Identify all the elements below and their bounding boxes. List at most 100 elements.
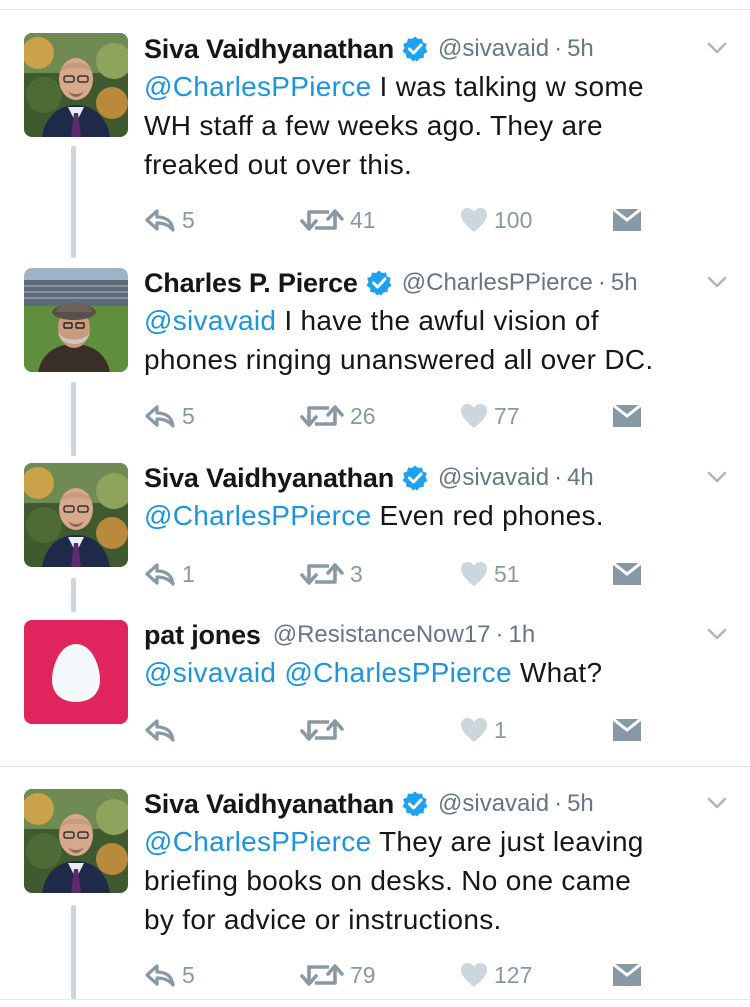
retweet-icon: [300, 561, 344, 587]
retweet-icon: [300, 962, 344, 988]
tweet-actions: 5 79 127: [144, 958, 644, 992]
retweet-icon: [300, 207, 344, 233]
display-name[interactable]: Charles P. Pierce: [144, 268, 358, 299]
separator-dot: ·: [554, 790, 563, 817]
reply-icon: [144, 404, 176, 428]
default-egg-avatar[interactable]: [24, 620, 128, 724]
direct-message-button[interactable]: [612, 399, 642, 433]
like-button[interactable]: 77: [460, 399, 520, 433]
separator-dot: ·: [554, 464, 563, 491]
avatar[interactable]: [24, 789, 128, 893]
verified-badge-icon: [366, 270, 392, 296]
tweet-header: Siva Vaidhyanathan @sivavaid · 5h: [144, 786, 594, 822]
reply-button[interactable]: 5: [144, 399, 195, 433]
retweet-button[interactable]: [300, 713, 350, 747]
mention-link[interactable]: @sivavaid: [144, 305, 276, 336]
retweet-icon: [300, 717, 344, 743]
display-name[interactable]: pat jones: [144, 620, 261, 651]
mention-link[interactable]: @CharlesPPierce: [284, 657, 511, 688]
reply-count: 5: [182, 206, 195, 233]
like-button[interactable]: 1: [460, 713, 507, 747]
verified-badge-icon: [402, 465, 428, 491]
avatar[interactable]: [24, 268, 128, 372]
direct-message-icon: [612, 208, 642, 232]
direct-message-icon: [612, 963, 642, 987]
mention-link[interactable]: @sivavaid: [144, 657, 276, 688]
like-button[interactable]: 100: [460, 203, 532, 237]
thread-connector-line: [71, 382, 76, 456]
tweet-header: Siva Vaidhyanathan @sivavaid · 4h: [144, 460, 594, 496]
direct-message-button[interactable]: [612, 557, 642, 591]
conversation-separator: [0, 766, 750, 767]
direct-message-button[interactable]: [612, 713, 642, 747]
separator-dot: ·: [495, 621, 504, 648]
user-handle[interactable]: @sivavaid: [438, 35, 549, 63]
like-count: 51: [494, 560, 520, 587]
retweet-button[interactable]: 3: [300, 557, 363, 591]
user-handle[interactable]: @ResistanceNow17: [273, 621, 491, 649]
thread-connector-line: [71, 905, 76, 999]
tweet-text-line: freaked out over this.: [144, 149, 413, 180]
timestamp[interactable]: 1h: [509, 621, 536, 649]
timestamp[interactable]: 5h: [567, 35, 594, 63]
timeline-bottom-border: [0, 999, 750, 1000]
direct-message-icon: [612, 562, 642, 586]
timestamp[interactable]: 5h: [567, 790, 594, 818]
tweet-header: pat jones @ResistanceNow17 · 1h: [144, 617, 535, 653]
reply-icon: [144, 963, 176, 987]
tweet-actions: 5 26 77: [144, 399, 644, 433]
timeline-top-border: [0, 9, 750, 10]
reply-button[interactable]: 5: [144, 958, 195, 992]
retweet-count: 79: [350, 961, 376, 988]
like-button[interactable]: 127: [460, 958, 532, 992]
chevron-down-icon[interactable]: [706, 792, 728, 814]
mention-link[interactable]: @CharlesPPierce: [144, 826, 371, 857]
like-icon: [460, 207, 488, 233]
mention-link[interactable]: @CharlesPPierce: [144, 500, 371, 531]
tweet-text: @CharlesPPierce Even red phones.: [144, 496, 724, 535]
retweet-button[interactable]: 79: [300, 958, 376, 992]
tweet-text-line: I was talking w some: [371, 71, 644, 102]
chevron-down-icon[interactable]: [706, 623, 728, 645]
direct-message-icon: [612, 718, 642, 742]
tweet-text-line: Even red phones.: [371, 500, 604, 531]
reply-button[interactable]: 1: [144, 557, 195, 591]
tweet-text: @sivavaid I have the awful vision of pho…: [144, 301, 724, 379]
tweet-text-line: phones ringing unanswered all over DC.: [144, 344, 654, 375]
direct-message-icon: [612, 404, 642, 428]
reply-count: 1: [182, 560, 195, 587]
like-icon: [460, 561, 488, 587]
tweet-text-line: What?: [511, 657, 603, 688]
tweet-text-line: briefing books on desks. No one came: [144, 865, 632, 896]
display-name[interactable]: Siva Vaidhyanathan: [144, 789, 394, 820]
like-count: 77: [494, 402, 520, 429]
tweet-actions: 1: [144, 713, 644, 747]
verified-badge-icon: [402, 36, 428, 62]
chevron-down-icon[interactable]: [706, 37, 728, 59]
chevron-down-icon[interactable]: [706, 466, 728, 488]
display-name[interactable]: Siva Vaidhyanathan: [144, 463, 394, 494]
user-handle[interactable]: @sivavaid: [438, 464, 549, 492]
direct-message-button[interactable]: [612, 203, 642, 237]
reply-count: 5: [182, 402, 195, 429]
user-handle[interactable]: @sivavaid: [438, 790, 549, 818]
retweet-button[interactable]: 26: [300, 399, 376, 433]
direct-message-button[interactable]: [612, 958, 642, 992]
user-handle[interactable]: @CharlesPPierce: [402, 269, 593, 297]
tweet-text: @CharlesPPierce I was talking w some WH …: [144, 67, 724, 184]
avatar[interactable]: [24, 463, 128, 567]
mention-link[interactable]: @CharlesPPierce: [144, 71, 371, 102]
retweet-button[interactable]: 41: [300, 203, 376, 237]
like-icon: [460, 717, 488, 743]
timestamp[interactable]: 4h: [567, 464, 594, 492]
like-count: 1: [494, 716, 507, 743]
avatar[interactable]: [24, 33, 128, 137]
like-button[interactable]: 51: [460, 557, 520, 591]
chevron-down-icon[interactable]: [706, 271, 728, 293]
verified-badge-icon: [402, 791, 428, 817]
reply-button[interactable]: 5: [144, 203, 195, 237]
timestamp[interactable]: 5h: [611, 269, 638, 297]
reply-button[interactable]: [144, 713, 182, 747]
display-name[interactable]: Siva Vaidhyanathan: [144, 34, 394, 65]
tweet-text: @CharlesPPierce They are just leaving br…: [144, 822, 724, 939]
